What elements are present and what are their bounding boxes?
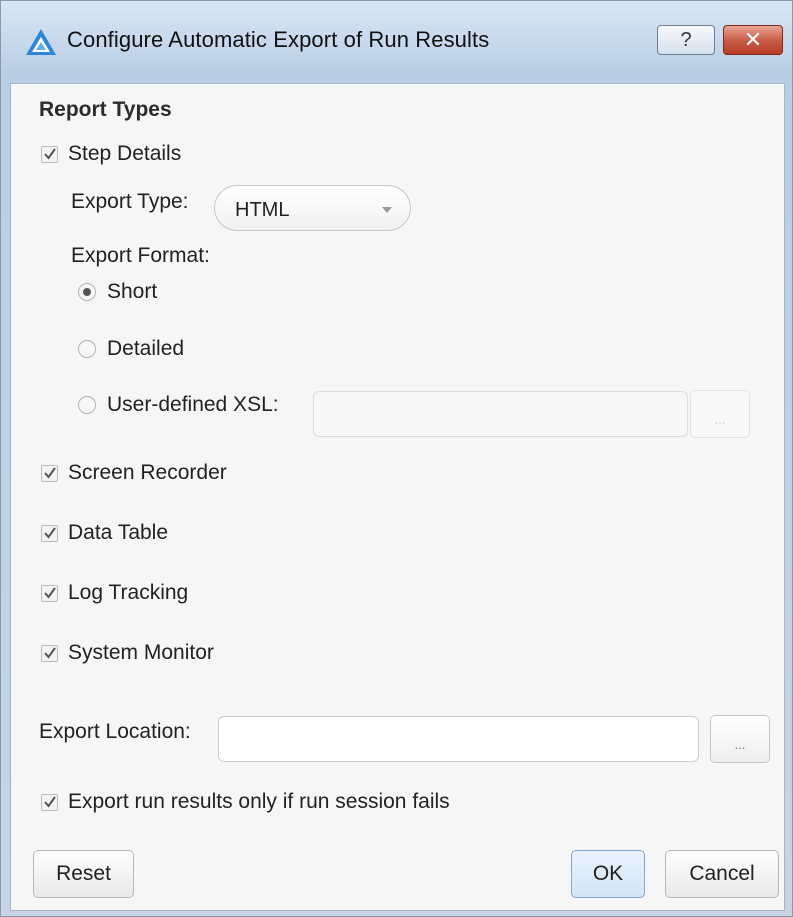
only-if-fails-label: Export run results only if run session f… — [68, 790, 450, 813]
export-type-value: HTML — [235, 199, 290, 221]
export-location-input[interactable] — [218, 716, 699, 762]
detailed-label: Detailed — [107, 337, 185, 360]
data-table-label: Data Table — [68, 521, 169, 544]
log-tracking-checkbox[interactable] — [41, 584, 58, 602]
data-table-checkbox[interactable] — [41, 524, 58, 542]
system-monitor-checkbox-row[interactable]: System Monitor — [41, 641, 214, 665]
checkmark-icon — [44, 586, 56, 599]
section-heading-report-types: Report Types — [39, 98, 172, 121]
help-icon: ? — [680, 28, 692, 51]
export-format-xsl-row[interactable]: User-defined XSL: — [78, 393, 279, 417]
checkmark-icon — [44, 646, 56, 659]
xsl-path-input[interactable] — [313, 391, 688, 437]
reset-button[interactable]: Reset — [33, 850, 134, 898]
export-type-label: Export Type: — [71, 190, 189, 213]
cancel-button[interactable]: Cancel — [665, 850, 779, 898]
short-radio[interactable] — [78, 283, 96, 301]
export-format-label: Export Format: — [71, 244, 210, 267]
step-details-checkbox-row[interactable]: Step Details — [41, 142, 181, 166]
detailed-radio[interactable] — [78, 340, 96, 358]
export-type-dropdown[interactable]: HTML — [214, 185, 411, 231]
export-location-label: Export Location: — [39, 720, 191, 743]
checkmark-icon — [44, 795, 56, 808]
short-label: Short — [107, 280, 158, 303]
step-details-checkbox[interactable] — [41, 145, 58, 163]
only-if-fails-checkbox-row[interactable]: Export run results only if run session f… — [41, 790, 450, 814]
window-title: Configure Automatic Export of Run Result… — [67, 27, 490, 52]
close-icon: ✕ — [743, 27, 763, 52]
export-format-detailed-row[interactable]: Detailed — [78, 337, 184, 361]
help-button[interactable]: ? — [657, 25, 715, 55]
app-logo-icon — [26, 29, 56, 55]
xsl-browse-button[interactable]: ... — [690, 390, 750, 438]
system-monitor-checkbox[interactable] — [41, 644, 58, 662]
step-details-label: Step Details — [68, 142, 182, 165]
user-defined-xsl-radio[interactable] — [78, 396, 96, 414]
checkmark-icon — [44, 147, 56, 160]
dialog-window: Configure Automatic Export of Run Result… — [0, 0, 793, 917]
screen-recorder-label: Screen Recorder — [68, 461, 227, 484]
dialog-content: Report Types Step Details Export Type: H… — [10, 83, 785, 911]
only-if-fails-checkbox[interactable] — [41, 793, 58, 811]
user-defined-xsl-label: User-defined XSL: — [107, 393, 279, 416]
ok-button[interactable]: OK — [571, 850, 645, 898]
data-table-checkbox-row[interactable]: Data Table — [41, 521, 168, 545]
screen-recorder-checkbox-row[interactable]: Screen Recorder — [41, 461, 227, 485]
checkmark-icon — [44, 526, 56, 539]
system-monitor-label: System Monitor — [68, 641, 214, 664]
checkmark-icon — [44, 466, 56, 479]
export-format-short-row[interactable]: Short — [78, 280, 157, 304]
log-tracking-checkbox-row[interactable]: Log Tracking — [41, 581, 188, 605]
export-location-browse-button[interactable]: ... — [710, 715, 770, 763]
title-bar[interactable]: Configure Automatic Export of Run Result… — [1, 1, 792, 83]
screen-recorder-checkbox[interactable] — [41, 464, 58, 482]
close-button[interactable]: ✕ — [723, 25, 783, 55]
log-tracking-label: Log Tracking — [68, 581, 189, 604]
chevron-down-icon — [382, 207, 392, 213]
